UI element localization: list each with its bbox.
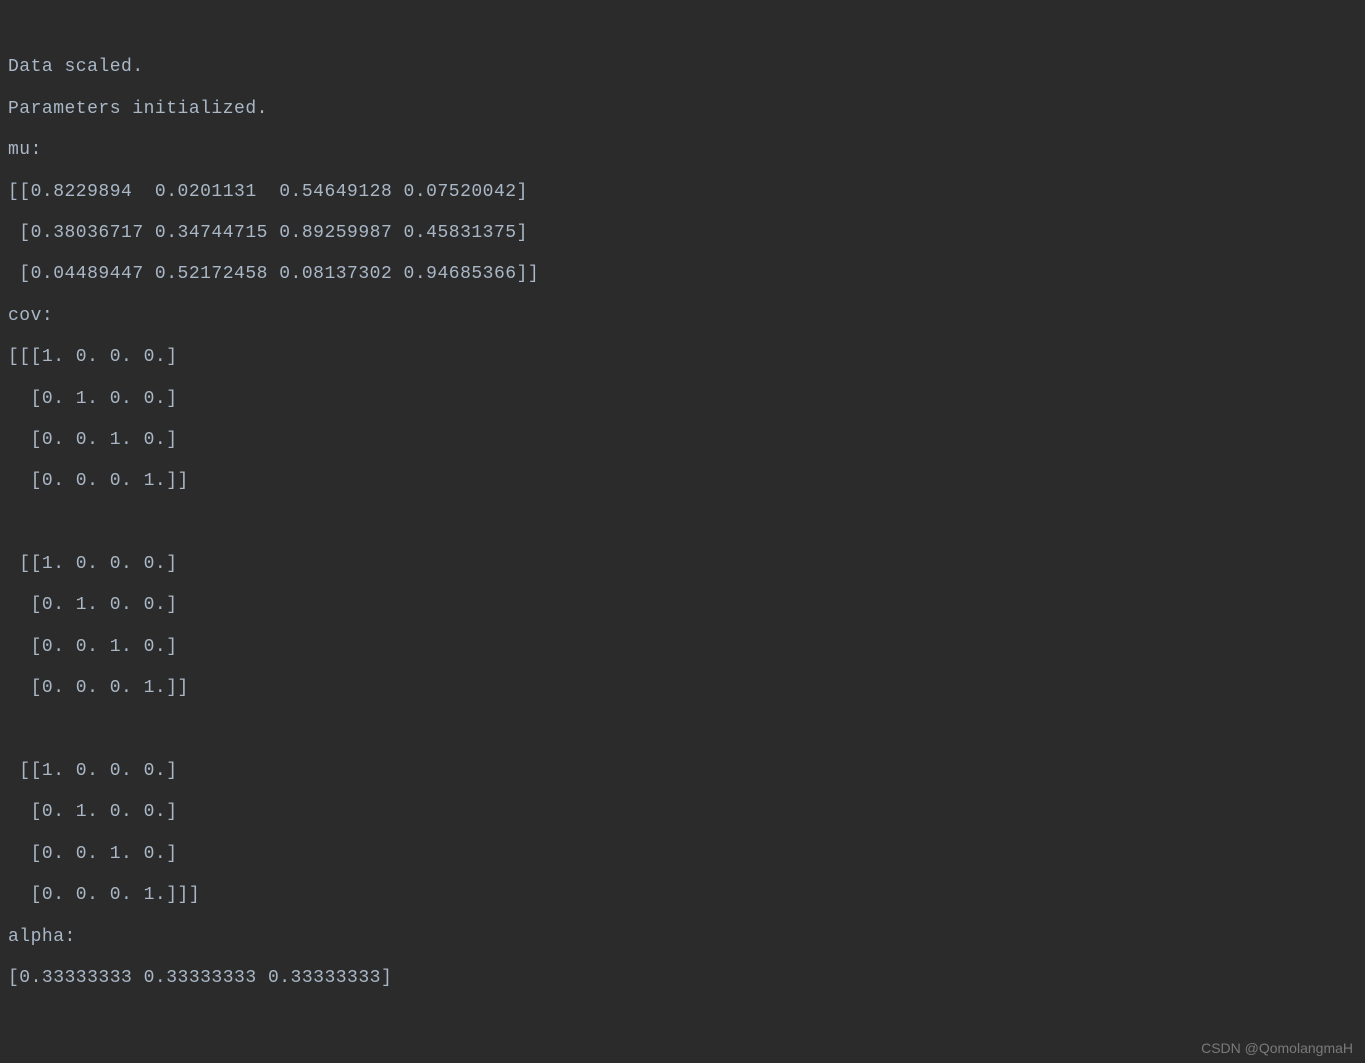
console-line: alpha: xyxy=(8,927,76,947)
console-line: [0. 0. 0. 1.]]] xyxy=(8,885,200,905)
console-line: cov: xyxy=(8,306,53,326)
console-line: [0. 1. 0. 0.] xyxy=(8,389,178,409)
console-line: [0. 0. 0. 1.]] xyxy=(8,678,189,698)
console-line: [[[1. 0. 0. 0.] xyxy=(8,347,178,367)
console-line: [[1. 0. 0. 0.] xyxy=(8,761,178,781)
console-line: Parameters initialized. xyxy=(8,99,268,119)
console-line: Data scaled. xyxy=(8,57,144,77)
console-line: [0. 0. 1. 0.] xyxy=(8,430,178,450)
watermark-text: CSDN @QomolangmaH xyxy=(1201,1041,1353,1055)
console-line: [0.38036717 0.34744715 0.89259987 0.4583… xyxy=(8,223,528,243)
console-line: [0.04489447 0.52172458 0.08137302 0.9468… xyxy=(8,264,539,284)
console-line: [0. 0. 0. 1.]] xyxy=(8,471,189,491)
console-line: [0. 1. 0. 0.] xyxy=(8,595,178,615)
console-line: [0. 1. 0. 0.] xyxy=(8,802,178,822)
console-output: Data scaled. Parameters initialized. mu:… xyxy=(0,0,1365,999)
console-line: [0. 0. 1. 0.] xyxy=(8,844,178,864)
console-line: [[1. 0. 0. 0.] xyxy=(8,554,178,574)
console-line: [0.33333333 0.33333333 0.33333333] xyxy=(8,968,392,988)
console-line: [[0.8229894 0.0201131 0.54649128 0.07520… xyxy=(8,182,528,202)
console-line: mu: xyxy=(8,140,42,160)
console-line: [0. 0. 1. 0.] xyxy=(8,637,178,657)
